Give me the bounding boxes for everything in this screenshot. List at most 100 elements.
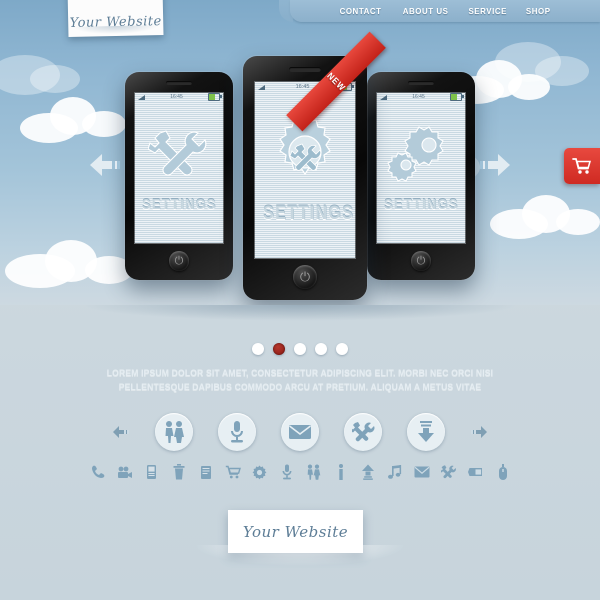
- gear-icon: [252, 465, 267, 479]
- mobile-phone-icon: [147, 465, 156, 479]
- small-icon-battery[interactable]: [467, 463, 484, 481]
- feature-icon-download[interactable]: [407, 413, 445, 451]
- tools-icon: [351, 421, 374, 441]
- people-icon: [165, 421, 184, 443]
- home-button[interactable]: ⏻: [169, 251, 189, 271]
- shopping-cart-icon: [225, 465, 241, 479]
- feature-icon-tools[interactable]: [344, 413, 382, 451]
- screen-label: SETTINGS: [263, 203, 355, 224]
- envelope-icon: [414, 466, 429, 478]
- small-icon-shopping-cart[interactable]: [225, 463, 241, 481]
- main-navigation[interactable]: CONTACT ABOUT US SERVICE SHOP: [279, 0, 600, 22]
- logo-text-bottom: Your Website: [242, 522, 349, 541]
- tools-icon: [148, 130, 207, 176]
- mouse-icon: [498, 464, 507, 480]
- small-icon-upload[interactable]: [360, 463, 376, 481]
- microphone-icon: [231, 421, 243, 443]
- phone-right[interactable]: 16:45 SETTINGS ⏻: [367, 72, 475, 280]
- small-icon-mobile-phone[interactable]: [144, 463, 160, 481]
- nav-item-aboutus[interactable]: ABOUT US: [402, 6, 448, 16]
- small-icon-phone[interactable]: [90, 463, 106, 481]
- phone-left[interactable]: 16:45 SETTINGS ⏻: [125, 72, 233, 280]
- tools-icon: [441, 464, 456, 478]
- battery-icon: [450, 93, 464, 101]
- nav-item-service[interactable]: SERVICE: [468, 6, 506, 16]
- logo-note-top[interactable]: Your Website: [67, 0, 164, 37]
- screen-label: SETTINGS: [142, 196, 217, 213]
- signal-icon: [258, 84, 265, 90]
- small-icon-row: [0, 463, 600, 481]
- trash-icon: [173, 464, 184, 480]
- status-time: 16:45: [170, 94, 183, 100]
- slider-dot-4[interactable]: [315, 343, 327, 355]
- feature-icon-row: [0, 413, 600, 451]
- new-ribbon-label: NEW: [324, 70, 348, 93]
- phone-speaker: [166, 81, 192, 85]
- slider-dot-3[interactable]: [294, 343, 306, 355]
- lead-line-1: LOREM IPSUM DOLOR SIT AMET, CONSECTETUR …: [106, 368, 494, 379]
- small-icon-mouse[interactable]: [495, 463, 511, 481]
- slider-dot-2[interactable]: [273, 343, 285, 355]
- small-icon-gear[interactable]: [252, 463, 268, 481]
- gears-icon: [387, 126, 444, 182]
- small-icon-tools[interactable]: [441, 463, 457, 481]
- phone-icon: [91, 465, 104, 478]
- music-note-icon: [387, 464, 401, 479]
- info-icon: [338, 464, 343, 480]
- status-time: 16:45: [412, 94, 425, 100]
- home-button[interactable]: ⏻: [411, 251, 431, 271]
- small-icon-microphone[interactable]: [279, 463, 295, 481]
- page-root: CONTACT ABOUT US SERVICE SHOP Your Websi…: [0, 0, 600, 600]
- battery-icon: [467, 468, 482, 476]
- nav-item-contact[interactable]: CONTACT: [340, 6, 382, 16]
- slider-dot-5[interactable]: [336, 343, 348, 355]
- logo-text-top: Your Website: [69, 14, 162, 31]
- small-icon-trash[interactable]: [171, 463, 187, 481]
- phone-screen-left[interactable]: 16:45 SETTINGS: [134, 92, 224, 244]
- feature-next-arrow[interactable]: [470, 425, 488, 439]
- small-icon-music-note[interactable]: [387, 463, 403, 481]
- footer-sheen: [0, 545, 600, 585]
- microphone-icon: [282, 464, 291, 480]
- small-icon-people[interactable]: [306, 463, 322, 481]
- small-icon-video-camera[interactable]: [117, 463, 133, 481]
- screen-label: SETTINGS: [384, 196, 459, 213]
- screen-artwork: [134, 118, 224, 190]
- notebook-icon: [200, 465, 211, 479]
- phone-speaker: [289, 67, 321, 72]
- people-icon: [307, 464, 321, 480]
- arrow-right-icon: [471, 426, 487, 438]
- cart-button[interactable]: [564, 148, 600, 184]
- small-icon-info[interactable]: [333, 463, 349, 481]
- slider-dot-1[interactable]: [252, 343, 264, 355]
- phone-speaker: [408, 81, 434, 85]
- shopping-cart-icon: [572, 158, 591, 174]
- screen-artwork: [376, 116, 466, 190]
- small-icon-envelope[interactable]: [414, 463, 430, 481]
- feature-icon-people[interactable]: [155, 413, 193, 451]
- phone-center[interactable]: 16:45 SETTINGS ⏻ NEW: [243, 31, 386, 300]
- status-bar: 16:45: [376, 92, 466, 102]
- upload-icon: [361, 464, 374, 480]
- arrow-right-icon: [480, 154, 510, 176]
- status-bar: 16:45: [134, 92, 224, 102]
- nav-item-shop[interactable]: SHOP: [526, 6, 551, 16]
- hero-prev-arrow[interactable]: [88, 152, 122, 178]
- feature-prev-arrow[interactable]: [112, 425, 130, 439]
- small-icon-notebook[interactable]: [198, 463, 214, 481]
- video-camera-icon: [117, 466, 132, 478]
- phone-screen-right[interactable]: 16:45 SETTINGS: [376, 92, 466, 244]
- home-button[interactable]: ⏻: [293, 265, 317, 289]
- hero-shadow: [0, 305, 600, 331]
- hero-next-arrow[interactable]: [478, 152, 512, 178]
- feature-icon-envelope[interactable]: [281, 413, 319, 451]
- envelope-icon: [289, 425, 311, 439]
- download-icon: [418, 421, 434, 442]
- signal-icon: [138, 94, 145, 100]
- content-section: LOREM IPSUM DOLOR SIT AMET, CONSECTETUR …: [0, 305, 600, 600]
- feature-icon-microphone[interactable]: [218, 413, 256, 451]
- lead-line-2: PELLENTESQUE DAPIBUS COMMODO ARCU AT PRE…: [118, 382, 482, 393]
- slider-pagination[interactable]: [0, 343, 600, 355]
- lead-paragraph: LOREM IPSUM DOLOR SIT AMET, CONSECTETUR …: [30, 367, 570, 395]
- signal-icon: [380, 94, 387, 100]
